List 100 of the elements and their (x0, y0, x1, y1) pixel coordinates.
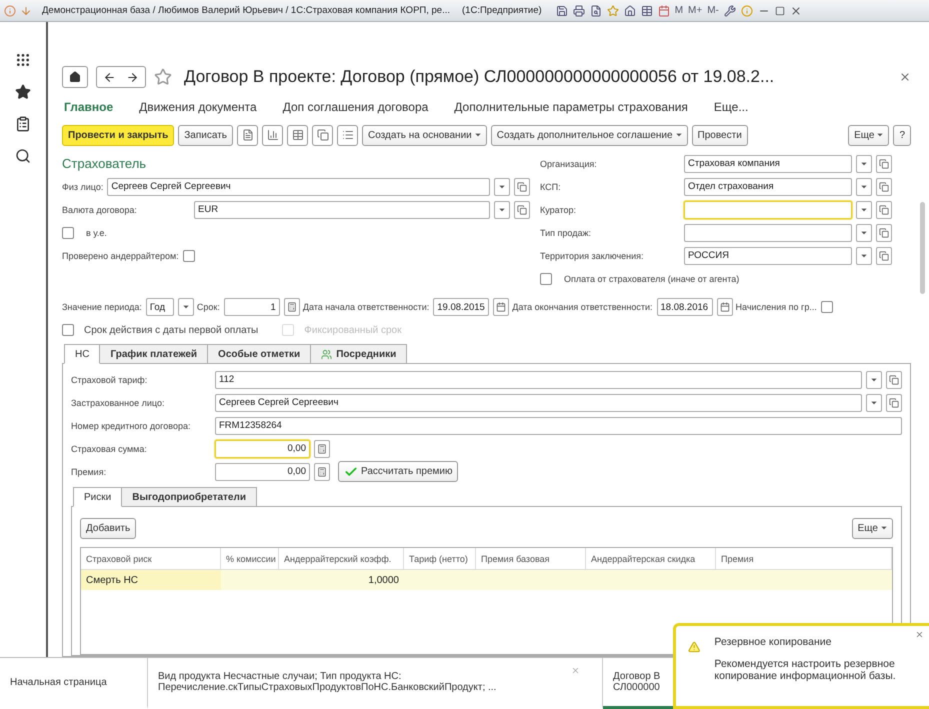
column-header[interactable]: % комиссии (221, 548, 279, 569)
open-button[interactable] (876, 224, 892, 242)
table-row[interactable]: Смерть НС 1,0000 (81, 570, 892, 590)
nav-link[interactable]: Движения документа (139, 100, 257, 114)
restore-icon (774, 6, 785, 16)
field-label: Страховой тариф: (71, 374, 148, 384)
scrollbar-thumb[interactable] (920, 202, 924, 294)
tab[interactable]: Особые отметки (207, 344, 312, 364)
calculator-button[interactable] (314, 462, 330, 480)
select-field[interactable]: 112 (215, 370, 862, 388)
checkbox[interactable] (182, 250, 195, 262)
dropdown-button[interactable] (856, 246, 872, 264)
dropdown-button[interactable] (856, 224, 872, 242)
tab[interactable]: График платежей (99, 344, 208, 364)
calculator-button[interactable] (314, 440, 330, 458)
open-button[interactable] (876, 154, 892, 172)
memory-key[interactable]: M (674, 5, 684, 16)
dropdown-button[interactable] (866, 370, 882, 388)
preview-icon (590, 4, 602, 16)
select-field[interactable]: EUR (194, 200, 490, 218)
date-field[interactable]: 19.08.2015 (433, 298, 490, 316)
table-cell-text: 1,0000 (367, 574, 400, 588)
open-button[interactable] (876, 200, 892, 218)
dropdown-button[interactable] (178, 298, 194, 316)
menu-button[interactable]: Еще (848, 124, 890, 146)
memory-key[interactable]: M- (707, 5, 719, 16)
open-button[interactable] (514, 178, 530, 196)
home-button[interactable] (62, 66, 88, 88)
checkbox[interactable] (62, 226, 74, 238)
select-field[interactable]: Год (146, 298, 174, 316)
table-button[interactable] (287, 124, 308, 146)
command-button[interactable]: Записать (178, 124, 233, 146)
checkbox[interactable] (820, 301, 833, 313)
dropdown-button[interactable] (866, 394, 882, 412)
dropdown-button[interactable] (856, 200, 872, 218)
select-field[interactable]: Страховая компания (684, 154, 852, 172)
command-button[interactable]: Провести (692, 124, 748, 146)
print-icon (572, 4, 585, 16)
select-field[interactable]: Сергеев Сергей Сергеевич (215, 394, 862, 412)
dropdown-button[interactable] (856, 154, 872, 172)
tab[interactable]: Посредники (310, 344, 408, 364)
memory-key[interactable]: M+ (688, 5, 702, 16)
copy-button[interactable] (312, 124, 333, 146)
field-label: Номер кредитного договора: (71, 420, 192, 430)
date-field[interactable]: 18.08.2016 (656, 298, 713, 316)
chart-button[interactable] (262, 124, 283, 146)
menu-button[interactable]: Создать дополнительное соглашение (490, 124, 688, 146)
document-icon (242, 129, 254, 141)
open-button[interactable] (514, 200, 530, 218)
calendar-button[interactable] (716, 298, 733, 316)
dropdown-button[interactable] (856, 178, 872, 196)
nav-link[interactable]: Главное (64, 100, 114, 114)
back-forward-buttons[interactable] (96, 66, 146, 88)
add-button[interactable]: Добавить (80, 518, 136, 538)
column-header[interactable]: Премия (716, 548, 892, 569)
select-field[interactable] (684, 224, 852, 242)
menu-button[interactable]: Еще (852, 518, 893, 538)
open-button[interactable] (876, 178, 892, 196)
amount-field[interactable]: 0,00 (215, 440, 310, 458)
tab[interactable]: Выгодоприобретатели (121, 487, 257, 507)
column-header[interactable]: Страховой риск (81, 548, 221, 569)
open-window-tab[interactable]: Вид продукта Несчастные случаи; Тип продукта НС: Перечисление.скТипыСтраховыхПродуктовПоНС.БанковскийПродукт; ... (148, 658, 603, 709)
nav-link[interactable]: Еще... (714, 100, 748, 114)
post-and-close-button[interactable]: Провести и закрыть (62, 124, 174, 146)
dropdown-button[interactable] (494, 200, 510, 218)
column-header[interactable]: Андеррайтерская скидка (586, 548, 716, 569)
open-button[interactable] (876, 246, 892, 264)
open-button[interactable] (886, 394, 902, 412)
open-button[interactable] (886, 370, 902, 388)
history-icon (15, 116, 31, 132)
list-button[interactable] (337, 124, 358, 146)
caret-icon (871, 378, 877, 382)
field-label: Тип продаж: (540, 228, 592, 238)
tab[interactable]: Риски (73, 487, 122, 507)
select-field[interactable]: Отдел страхования (684, 178, 852, 196)
checkbox[interactable] (62, 324, 74, 336)
select-field[interactable]: РОССИЯ (684, 246, 852, 264)
calculator-button[interactable] (284, 298, 300, 316)
checkbox[interactable] (540, 272, 552, 284)
nav-link[interactable]: Доп соглашения договора (282, 100, 428, 114)
amount-field[interactable]: 0,00 (215, 462, 310, 480)
calculate-button[interactable]: Рассчитать премию (338, 461, 458, 482)
caret-icon (499, 184, 505, 188)
dropdown-button[interactable] (494, 178, 510, 196)
input-field[interactable]: FRM12358264 (215, 416, 902, 434)
column-header[interactable]: Андеррайтерский коэфф. (279, 548, 404, 569)
select-field[interactable] (684, 200, 852, 218)
tab[interactable]: НС (64, 344, 100, 364)
column-header[interactable]: Премия базовая (476, 548, 586, 569)
command-button[interactable]: ? (893, 124, 911, 146)
close-icon (571, 666, 580, 675)
document-button[interactable] (237, 124, 258, 146)
number-field[interactable]: 1 (224, 298, 280, 316)
calendar-icon (720, 302, 730, 312)
select-field[interactable]: Сергеев Сергей Сергеевич (107, 178, 490, 196)
menu-button[interactable]: Создать на основании (362, 124, 487, 146)
calendar-button[interactable] (493, 298, 510, 316)
open-window-tab[interactable]: Начальная страница (0, 658, 148, 709)
column-header[interactable]: Тариф (нетто) (404, 548, 476, 569)
nav-link[interactable]: Дополнительные параметры страхования (454, 100, 688, 114)
